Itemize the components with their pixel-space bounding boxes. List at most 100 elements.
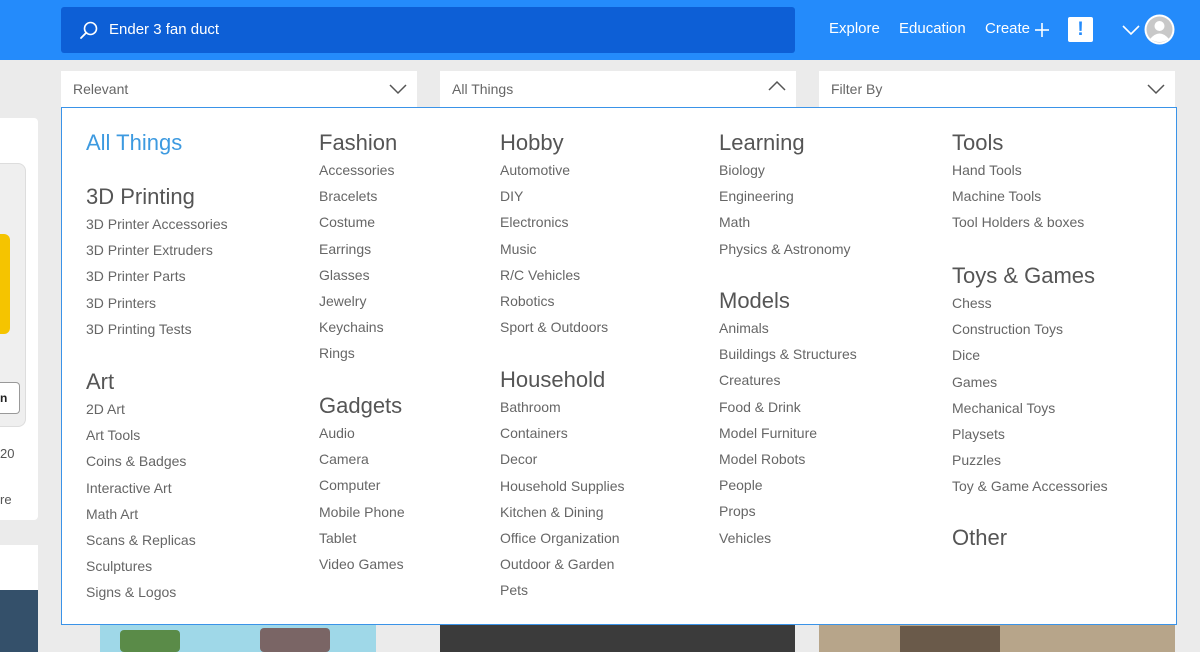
subcategory-item[interactable]: Food & Drink — [719, 399, 801, 415]
category-models[interactable]: Models — [719, 288, 790, 314]
subcategory-item[interactable]: Video Games — [319, 556, 404, 572]
subcategory-item[interactable]: Physics & Astronomy — [719, 241, 851, 257]
subcategory-item[interactable]: Jewelry — [319, 293, 366, 309]
subcategory-item[interactable]: Model Furniture — [719, 425, 817, 441]
subcategory-item[interactable]: Computer — [319, 477, 380, 493]
subcategory-item[interactable]: Interactive Art — [86, 480, 172, 496]
subcategory-item[interactable]: Accessories — [319, 162, 394, 178]
subcategory-item[interactable]: Toy & Game Accessories — [952, 478, 1108, 494]
subcategory-item[interactable]: 3D Printing Tests — [86, 321, 192, 337]
category-select[interactable]: All Things — [440, 71, 796, 107]
card-thumbnail: n — [0, 163, 26, 427]
thing-thumbnail[interactable] — [440, 624, 795, 652]
subcategory-item[interactable]: Bracelets — [319, 188, 377, 204]
chevron-down-icon — [389, 84, 407, 95]
subcategory-item[interactable]: Animals — [719, 320, 769, 336]
sort-select[interactable]: Relevant — [61, 71, 417, 107]
subcategory-item[interactable]: Mechanical Toys — [952, 400, 1055, 416]
subcategory-item[interactable]: Coins & Badges — [86, 453, 186, 469]
subcategory-item[interactable]: Mobile Phone — [319, 504, 405, 520]
subcategory-item[interactable]: Music — [500, 241, 537, 257]
subcategory-item[interactable]: People — [719, 477, 763, 493]
subcategory-item[interactable]: Games — [952, 374, 997, 390]
category-other[interactable]: Other — [952, 525, 1007, 551]
background-card: n 20 re — [0, 118, 38, 520]
card-more: re — [0, 492, 12, 507]
category-gadgets[interactable]: Gadgets — [319, 393, 402, 419]
subcategory-item[interactable]: 3D Printer Extruders — [86, 242, 213, 258]
category-art[interactable]: Art — [86, 369, 114, 395]
subcategory-item[interactable]: Signs & Logos — [86, 584, 176, 600]
subcategory-item[interactable]: Bathroom — [500, 399, 561, 415]
subcategory-item[interactable]: Outdoor & Garden — [500, 556, 614, 572]
top-navigation-bar: Ender 3 fan duct Explore Education Creat… — [0, 0, 1200, 60]
category-all-things[interactable]: All Things — [86, 130, 182, 156]
subcategory-item[interactable]: Vehicles — [719, 530, 771, 546]
subcategory-item[interactable]: Electronics — [500, 214, 568, 230]
nav-education[interactable]: Education — [899, 20, 966, 37]
search-input[interactable]: Ender 3 fan duct — [109, 21, 219, 38]
subcategory-item[interactable]: Math Art — [86, 506, 138, 522]
sort-select-value: Relevant — [73, 81, 129, 97]
subcategory-item[interactable]: Office Organization — [500, 530, 620, 546]
subcategory-item[interactable]: Creatures — [719, 372, 780, 388]
subcategory-item[interactable]: Art Tools — [86, 427, 140, 443]
subcategory-item[interactable]: Decor — [500, 451, 537, 467]
subcategory-item[interactable]: 3D Printer Parts — [86, 268, 186, 284]
subcategory-item[interactable]: Engineering — [719, 188, 794, 204]
subcategory-item[interactable]: Pets — [500, 582, 528, 598]
subcategory-item[interactable]: Rings — [319, 345, 355, 361]
nav-create[interactable]: Create — [985, 20, 1030, 37]
filter-by-select-value: Filter By — [831, 81, 883, 97]
filter-by-select[interactable]: Filter By — [819, 71, 1175, 107]
subcategory-item[interactable]: Sport & Outdoors — [500, 319, 608, 335]
subcategory-item[interactable]: Construction Toys — [952, 321, 1063, 337]
subcategory-item[interactable]: 2D Art — [86, 401, 125, 417]
subcategory-item[interactable]: Buildings & Structures — [719, 346, 857, 362]
subcategory-item[interactable]: Puzzles — [952, 452, 1001, 468]
subcategory-item[interactable]: Audio — [319, 425, 355, 441]
subcategory-item[interactable]: Earrings — [319, 241, 371, 257]
category-toys-games[interactable]: Toys & Games — [952, 263, 1095, 289]
subcategory-item[interactable]: Keychains — [319, 319, 384, 335]
chevron-down-icon[interactable] — [1122, 24, 1140, 36]
subcategory-item[interactable]: DIY — [500, 188, 523, 204]
subcategory-item[interactable]: Props — [719, 503, 756, 519]
category-hobby[interactable]: Hobby — [500, 130, 564, 156]
subcategory-item[interactable]: Hand Tools — [952, 162, 1022, 178]
card-button[interactable]: n — [0, 382, 20, 414]
subcategory-item[interactable]: 3D Printers — [86, 295, 156, 311]
nav-explore[interactable]: Explore — [829, 20, 880, 37]
subcategory-item[interactable]: Biology — [719, 162, 765, 178]
subcategory-item[interactable]: Household Supplies — [500, 478, 625, 494]
subcategory-item[interactable]: Machine Tools — [952, 188, 1041, 204]
notifications-button[interactable]: ! — [1068, 17, 1093, 42]
subcategory-item[interactable]: Automotive — [500, 162, 570, 178]
category-learning[interactable]: Learning — [719, 130, 805, 156]
search-bar[interactable]: Ender 3 fan duct — [61, 7, 795, 53]
user-avatar-icon[interactable] — [1144, 14, 1175, 45]
subcategory-item[interactable]: Costume — [319, 214, 375, 230]
chevron-down-icon — [1147, 84, 1165, 95]
subcategory-item[interactable]: Model Robots — [719, 451, 805, 467]
subcategory-item[interactable]: Robotics — [500, 293, 554, 309]
subcategory-item[interactable]: Dice — [952, 347, 980, 363]
subcategory-item[interactable]: Containers — [500, 425, 568, 441]
subcategory-item[interactable]: Glasses — [319, 267, 370, 283]
subcategory-item[interactable]: R/C Vehicles — [500, 267, 580, 283]
subcategory-item[interactable]: Scans & Replicas — [86, 532, 196, 548]
subcategory-item[interactable]: Camera — [319, 451, 369, 467]
subcategory-item[interactable]: Playsets — [952, 426, 1005, 442]
category-3d-printing[interactable]: 3D Printing — [86, 184, 195, 210]
subcategory-item[interactable]: Tablet — [319, 530, 356, 546]
subcategory-item[interactable]: Tool Holders & boxes — [952, 214, 1084, 230]
subcategory-item[interactable]: 3D Printer Accessories — [86, 216, 228, 232]
category-fashion[interactable]: Fashion — [319, 130, 397, 156]
category-tools[interactable]: Tools — [952, 130, 1003, 156]
subcategory-item[interactable]: Kitchen & Dining — [500, 504, 604, 520]
subcategory-item[interactable]: Math — [719, 214, 750, 230]
subcategory-item[interactable]: Sculptures — [86, 558, 152, 574]
subcategory-item[interactable]: Chess — [952, 295, 992, 311]
plus-icon[interactable] — [1034, 20, 1050, 40]
category-household[interactable]: Household — [500, 367, 605, 393]
